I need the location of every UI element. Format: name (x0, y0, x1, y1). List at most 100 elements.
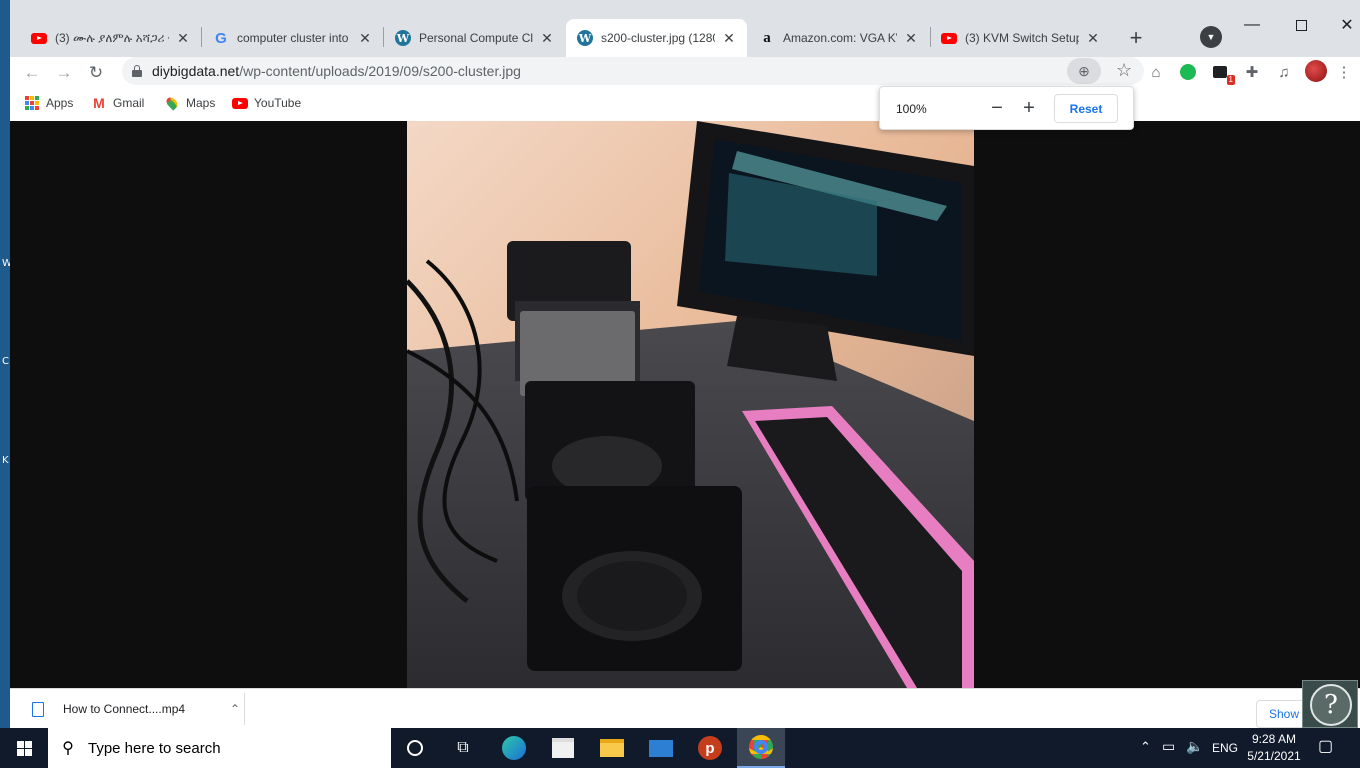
recorder-logo-icon: ? (1310, 684, 1352, 726)
back-button[interactable]: ← (18, 59, 46, 87)
start-button[interactable] (0, 728, 48, 768)
desktop-background: W C K (0, 0, 12, 728)
google-icon: G (215, 29, 227, 47)
tab-title: computer cluster into (237, 31, 349, 45)
close-icon[interactable]: ✕ (1085, 30, 1101, 46)
youtube-icon (232, 95, 248, 111)
browser-window: (3) ሙሉ ያለምሉ አሻጋሪ • ✕ G computer cluster … (10, 0, 1360, 728)
search-icon: ⚲ (62, 740, 74, 757)
tab-search-button[interactable]: ▼ (1200, 26, 1222, 48)
bookmark-label: Maps (186, 96, 216, 110)
zoom-reset-button[interactable]: Reset (1054, 94, 1118, 123)
download-filename: How to Connect....mp4 (63, 702, 186, 716)
cortana-icon[interactable] (391, 728, 439, 768)
edge-icon[interactable] (490, 728, 538, 768)
zoom-icon[interactable]: ⊕ (1067, 58, 1101, 84)
zoom-in-button[interactable]: + (1017, 96, 1041, 120)
close-icon[interactable]: ✕ (357, 30, 373, 46)
tab-title: (3) KVM Switch Setup (965, 31, 1079, 45)
desktop-icon-label: C (2, 356, 9, 367)
clock-date: 5/21/2021 (1247, 749, 1301, 763)
chrome-taskbar-icon[interactable] (737, 728, 785, 768)
close-window-button[interactable]: ✕ (1335, 13, 1359, 37)
browser-toolbar: ← → ↻ diybigdata.net/wp-content/uploads/… (10, 57, 1360, 87)
profile-avatar[interactable] (1305, 60, 1327, 82)
bookmark-label: Gmail (113, 96, 145, 110)
apps-grid-icon (24, 95, 40, 111)
zoom-level: 100% (896, 102, 927, 116)
task-view-icon[interactable]: ⧉ (439, 728, 487, 768)
youtube-icon (941, 30, 957, 46)
tab-title: (3) ሙሉ ያለምሉ አሻጋሪ • (55, 30, 169, 45)
file-explorer-icon[interactable] (588, 728, 636, 768)
close-icon[interactable]: ✕ (903, 30, 919, 46)
bookmark-star-icon[interactable]: ☆ (1116, 60, 1132, 81)
cluster-photo[interactable] (407, 121, 974, 688)
tab-youtube-1[interactable]: (3) ሙሉ ያለምሉ አሻጋሪ • ✕ (20, 19, 201, 57)
close-icon[interactable]: ✕ (175, 30, 191, 46)
bookmark-gmail[interactable]: M Gmail (91, 95, 144, 111)
tab-wordpress[interactable]: W Personal Compute Clu ✕ (384, 19, 565, 57)
tab-active-image[interactable]: W s200-cluster.jpg (1280 ✕ (566, 19, 747, 57)
gmail-icon: M (93, 95, 105, 111)
store-icon[interactable] (539, 728, 587, 768)
taskbar: ⚲ Type here to search ⧉ p ⌃ ▭ 🔈 ENG 9:28… (0, 728, 1360, 768)
tab-amazon[interactable]: a Amazon.com: VGA KV ✕ (748, 19, 929, 57)
tab-title: s200-cluster.jpg (1280 (601, 31, 715, 45)
tab-title: Amazon.com: VGA KV (783, 31, 897, 45)
volume-icon[interactable]: 🔈 (1186, 738, 1203, 755)
tab-google[interactable]: G computer cluster into ✕ (202, 19, 383, 57)
zoom-popup: 100% − + Reset (879, 86, 1134, 130)
file-icon (32, 701, 44, 717)
chevron-up-icon[interactable]: ⌃ (230, 702, 240, 716)
media-playlist-icon[interactable]: ♫ (1272, 60, 1296, 84)
image-viewer (10, 121, 1360, 688)
youtube-icon (31, 30, 47, 46)
extensions-puzzle-icon[interactable]: ✚ (1240, 60, 1264, 84)
zoom-out-button[interactable]: − (985, 96, 1009, 120)
tab-youtube-2[interactable]: (3) KVM Switch Setup ✕ (930, 19, 1111, 57)
forward-button[interactable]: → (50, 59, 78, 87)
bookmarks-bar: Apps M Gmail Maps YouTube (10, 87, 1360, 121)
bookmark-label: Apps (46, 96, 74, 110)
address-bar[interactable]: diybigdata.net/wp-content/uploads/2019/0… (122, 57, 1144, 85)
windows-logo-icon (16, 740, 32, 756)
search-placeholder: Type here to search (88, 739, 221, 757)
bookmark-maps[interactable]: Maps (164, 95, 215, 111)
extension-badge-icon[interactable]: 1 (1208, 60, 1235, 85)
notifications-icon[interactable]: ▢ (1318, 736, 1333, 756)
mail-icon[interactable] (637, 728, 685, 768)
recorder-overlay-badge[interactable]: ? (1302, 680, 1358, 728)
share-extension-icon[interactable] (1176, 60, 1200, 84)
minimize-button[interactable]: — (1240, 13, 1264, 37)
taskbar-search[interactable]: ⚲ Type here to search (48, 728, 391, 768)
show-hidden-icons[interactable]: ⌃ (1140, 739, 1151, 755)
lock-icon[interactable] (132, 65, 142, 77)
language-indicator[interactable]: ENG (1212, 741, 1238, 755)
bookmark-label: YouTube (254, 96, 302, 110)
network-icon[interactable]: ▭ (1162, 738, 1175, 755)
close-icon[interactable]: ✕ (539, 30, 555, 46)
clock-time: 9:28 AM (1251, 732, 1297, 746)
bookmark-apps[interactable]: Apps (24, 95, 73, 111)
desktop-icon-label: K (2, 455, 9, 466)
wordpress-icon: W (395, 30, 411, 46)
download-divider (244, 693, 245, 725)
powerpoint-icon[interactable]: p (686, 728, 734, 768)
url-text[interactable]: diybigdata.net/wp-content/uploads/2019/0… (152, 63, 521, 79)
download-item[interactable]: How to Connect....mp4 ⌃ (32, 697, 244, 721)
wordpress-icon: W (577, 30, 593, 46)
new-tab-button[interactable]: + (1123, 25, 1149, 51)
clock[interactable]: 9:28 AM 5/21/2021 (1238, 731, 1310, 765)
tab-title: Personal Compute Clu (419, 31, 533, 45)
maximize-button[interactable] (1289, 13, 1313, 37)
maps-icon (164, 95, 180, 111)
amazon-icon: a (763, 29, 771, 46)
more-menu-icon[interactable]: ⋮ (1332, 60, 1356, 84)
home-icon[interactable]: ⌂ (1144, 60, 1168, 84)
tab-strip: (3) ሙሉ ያለምሉ አሻጋሪ • ✕ G computer cluster … (10, 0, 1360, 57)
bookmark-youtube[interactable]: YouTube (232, 95, 301, 111)
download-bar: How to Connect....mp4 ⌃ Show (10, 688, 1360, 728)
reload-button[interactable]: ↻ (82, 59, 110, 87)
close-icon[interactable]: ✕ (721, 30, 737, 46)
